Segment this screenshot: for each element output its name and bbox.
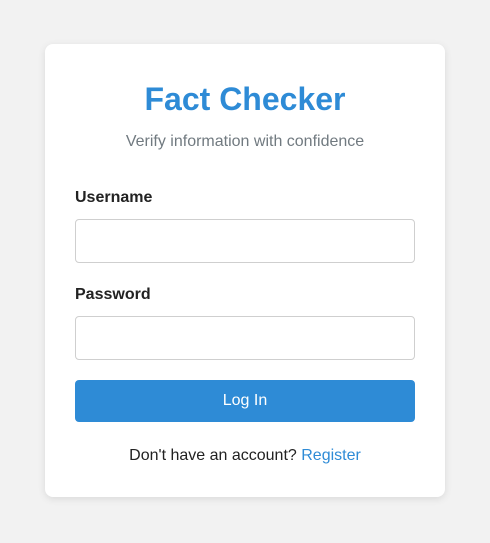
password-input[interactable]: [75, 316, 415, 360]
login-form: Username Password Log In: [75, 188, 415, 422]
login-button[interactable]: Log In: [75, 380, 415, 422]
username-label: Username: [75, 189, 153, 206]
register-prompt-text: Don't have an account?: [129, 447, 297, 464]
login-card: Fact Checker Verify information with con…: [45, 44, 445, 497]
register-prompt: Don't have an account? Register: [75, 446, 415, 466]
username-input[interactable]: [75, 219, 415, 263]
password-label: Password: [75, 286, 151, 303]
app-subtitle: Verify information with confidence: [125, 133, 365, 150]
register-link[interactable]: Register: [301, 447, 361, 464]
app-title: Fact Checker: [144, 81, 346, 117]
